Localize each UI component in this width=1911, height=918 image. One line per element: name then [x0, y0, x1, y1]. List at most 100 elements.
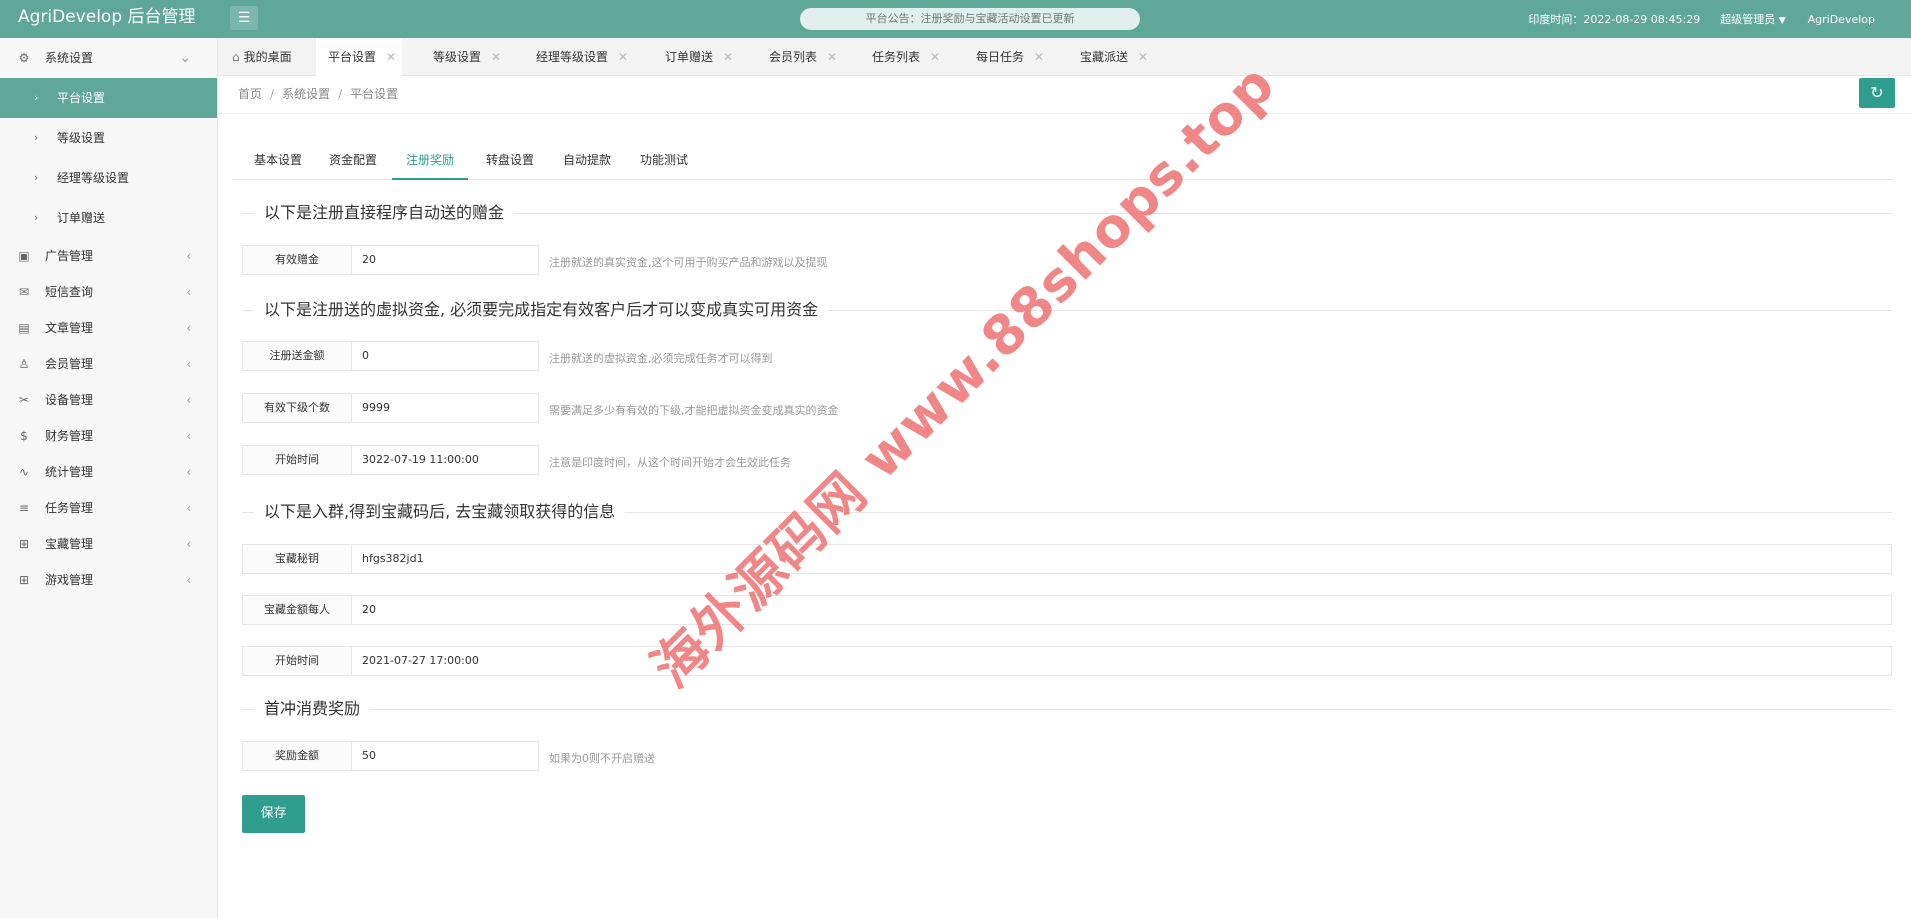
gift-icon: ⊞: [18, 537, 30, 551]
sidebar-subitem-level-settings[interactable]: › 等级设置: [0, 118, 217, 158]
tab-order-gift[interactable]: 订单赠送 ✕: [665, 38, 733, 76]
tab-my-desktop[interactable]: ⌂ 我的桌面: [232, 38, 292, 76]
sidebar-subitem-platform-settings[interactable]: › 平台设置: [0, 78, 217, 118]
chevron-left-icon: ‹: [186, 429, 191, 443]
caret-down-icon: ▼: [1778, 16, 1786, 26]
tab-platform-settings[interactable]: 平台设置 ✕: [316, 38, 402, 76]
close-icon[interactable]: ✕: [386, 50, 396, 64]
sidebar-item-stats[interactable]: ∿ 统计管理 ‹: [0, 454, 217, 490]
settings-subtabs: 基本设置 资金配置 注册奖励 转盘设置 自动提款 功能测试: [232, 145, 1892, 180]
chevron-left-icon: ‹: [186, 249, 191, 263]
close-icon[interactable]: ✕: [930, 50, 940, 64]
section-title: 以下是入群,得到宝藏码后, 去宝藏领取获得的信息: [254, 501, 626, 523]
save-button[interactable]: 保存: [242, 795, 305, 833]
sidebar-item-tasks[interactable]: ≡ 任务管理 ‹: [0, 490, 217, 526]
field-tip: 注册就送的虚拟资金,必须完成任务才可以得到: [549, 352, 773, 365]
top-header: AgriDevelop 后台管理 ☰ 平台公告：注册奖励与宝藏活动设置已更新 印…: [0, 0, 1911, 38]
chevron-right-icon: ›: [34, 131, 39, 144]
field-label: 开始时间: [242, 445, 352, 475]
field-label: 宝藏秘钥: [242, 544, 352, 574]
image-icon: ▣: [18, 249, 30, 263]
notice-marquee: 平台公告：注册奖励与宝藏活动设置已更新: [800, 8, 1140, 30]
field-register-amount: 注册送金额 0 注册就送的虚拟资金,必须完成任务才可以得到: [242, 341, 1902, 371]
field-tip: 需要满足多少有有效的下级,才能把虚拟资金变成真实的资金: [549, 404, 839, 417]
breadcrumb: 首页 / 系统设置 / 平台设置: [238, 87, 399, 101]
treasure-key-input[interactable]: hfgs382jd1: [351, 544, 1892, 574]
sidebar-item-articles[interactable]: ▤ 文章管理 ‹: [0, 310, 217, 346]
sidebar-item-devices[interactable]: ✂ 设备管理 ‹: [0, 382, 217, 418]
sidebar: ⚙ 系统设置 ⌄ › 平台设置 › 等级设置 › 经理等级设置 › 订单赠送 ▣…: [0, 38, 218, 918]
field-start-time: 开始时间 3022-07-19 11:00:00 注意是印度时间，从这个时间开始…: [242, 445, 1902, 475]
section-title: 首冲消费奖励: [254, 698, 371, 720]
field-valid-bonus: 有效赠金 20 注册就送的真实资金,这个可用于购买产品和游戏以及提现: [242, 245, 1902, 275]
main-content: 基本设置 资金配置 注册奖励 转盘设置 自动提款 功能测试 以下是注册直接程序自…: [218, 115, 1911, 918]
close-icon[interactable]: ✕: [1138, 50, 1148, 64]
tab-task-list[interactable]: 任务列表 ✕: [872, 38, 940, 76]
gift-icon: ⊞: [18, 573, 30, 587]
chevron-down-icon: ⌄: [179, 50, 191, 66]
close-icon[interactable]: ✕: [1034, 50, 1044, 64]
field-tip: 如果为0则不开启赠送: [549, 752, 655, 765]
sliders-icon: ≡: [18, 501, 30, 515]
sidebar-subitem-order-gift[interactable]: › 订单赠送: [0, 198, 217, 238]
close-icon[interactable]: ✕: [827, 50, 837, 64]
section-register-bonus: 以下是注册直接程序自动送的赠金: [242, 202, 1892, 224]
sidebar-item-treasure[interactable]: ⊞ 宝藏管理 ‹: [0, 526, 217, 562]
start-time-input[interactable]: 3022-07-19 11:00:00: [351, 445, 539, 475]
breadcrumb-system[interactable]: 系统设置: [282, 87, 330, 101]
tab-treasure-dispatch[interactable]: 宝藏派送 ✕: [1080, 38, 1148, 76]
treasure-amount-input[interactable]: 20: [351, 595, 1892, 625]
breadcrumb-home[interactable]: 首页: [238, 87, 262, 101]
subtab-funds[interactable]: 资金配置: [329, 145, 377, 180]
sidebar-item-games[interactable]: ⊞ 游戏管理 ‹: [0, 562, 217, 598]
breadcrumb-bar: 首页 / 系统设置 / 平台设置 ↻: [218, 76, 1911, 114]
subtab-register-reward[interactable]: 注册奖励: [392, 145, 469, 180]
field-tip: 注意是印度时间，从这个时间开始才会生效此任务: [549, 456, 791, 469]
pulse-icon: ∿: [18, 465, 30, 479]
valid-sub-input[interactable]: 9999: [351, 393, 539, 423]
sidebar-item-finance[interactable]: $ 财务管理 ‹: [0, 418, 217, 454]
close-icon[interactable]: ✕: [618, 50, 628, 64]
valid-bonus-input[interactable]: 20: [351, 245, 539, 275]
tab-member-list[interactable]: 会员列表 ✕: [769, 38, 837, 76]
sidebar-item-sms[interactable]: ✉ 短信查询 ‹: [0, 274, 217, 310]
chevron-left-icon: ‹: [186, 393, 191, 407]
refresh-button[interactable]: ↻: [1859, 78, 1895, 108]
subtab-wheel[interactable]: 转盘设置: [486, 145, 534, 180]
admin-dropdown[interactable]: 超级管理员 ▼: [1720, 11, 1785, 27]
field-label: 注册送金额: [242, 341, 352, 371]
reward-amount-input[interactable]: 50: [351, 741, 539, 771]
section-title: 以下是注册送的虚拟资金, 必须要完成指定有效客户后才可以变成真实可用资金: [254, 299, 829, 321]
field-label: 奖励金额: [242, 741, 352, 771]
tab-level-settings[interactable]: 等级设置 ✕: [433, 38, 501, 76]
field-treasure-amount: 宝藏金额每人 20: [242, 595, 1892, 625]
chevron-left-icon: ‹: [186, 573, 191, 587]
field-tip: 注册就送的真实资金,这个可用于购买产品和游戏以及提现: [549, 256, 828, 269]
chevron-right-icon: ›: [34, 91, 39, 104]
chevron-left-icon: ‹: [186, 537, 191, 551]
chevron-left-icon: ‹: [186, 501, 191, 515]
sidebar-subitem-manager-level[interactable]: › 经理等级设置: [0, 158, 217, 198]
close-icon[interactable]: ✕: [723, 50, 733, 64]
refresh-icon: ↻: [1870, 83, 1884, 102]
time-display: 印度时间：2022-08-29 08:45:29: [1528, 13, 1701, 26]
menu-toggle-icon[interactable]: ☰: [230, 6, 258, 30]
gear-icon: ⚙: [18, 51, 30, 65]
field-label: 有效下级个数: [242, 393, 352, 423]
register-amount-input[interactable]: 0: [351, 341, 539, 371]
field-label: 开始时间: [242, 646, 352, 676]
treasure-start-input[interactable]: 2021-07-27 17:00:00: [351, 646, 1892, 676]
user-name[interactable]: AgriDevelop: [1808, 13, 1875, 26]
field-label: 宝藏金额每人: [242, 595, 352, 625]
home-icon: ⌂: [232, 50, 240, 64]
tab-manager-level[interactable]: 经理等级设置 ✕: [536, 38, 628, 76]
field-treasure-start: 开始时间 2021-07-27 17:00:00: [242, 646, 1892, 676]
sidebar-item-members[interactable]: ♙ 会员管理 ‹: [0, 346, 217, 382]
sidebar-item-ads[interactable]: ▣ 广告管理 ‹: [0, 238, 217, 274]
sidebar-item-system-settings[interactable]: ⚙ 系统设置 ⌄: [0, 38, 217, 78]
subtab-function-test[interactable]: 功能测试: [640, 145, 688, 180]
close-icon[interactable]: ✕: [491, 50, 501, 64]
tab-daily-task[interactable]: 每日任务 ✕: [976, 38, 1044, 76]
subtab-basic[interactable]: 基本设置: [254, 145, 302, 180]
subtab-auto-withdraw[interactable]: 自动提款: [563, 145, 611, 180]
